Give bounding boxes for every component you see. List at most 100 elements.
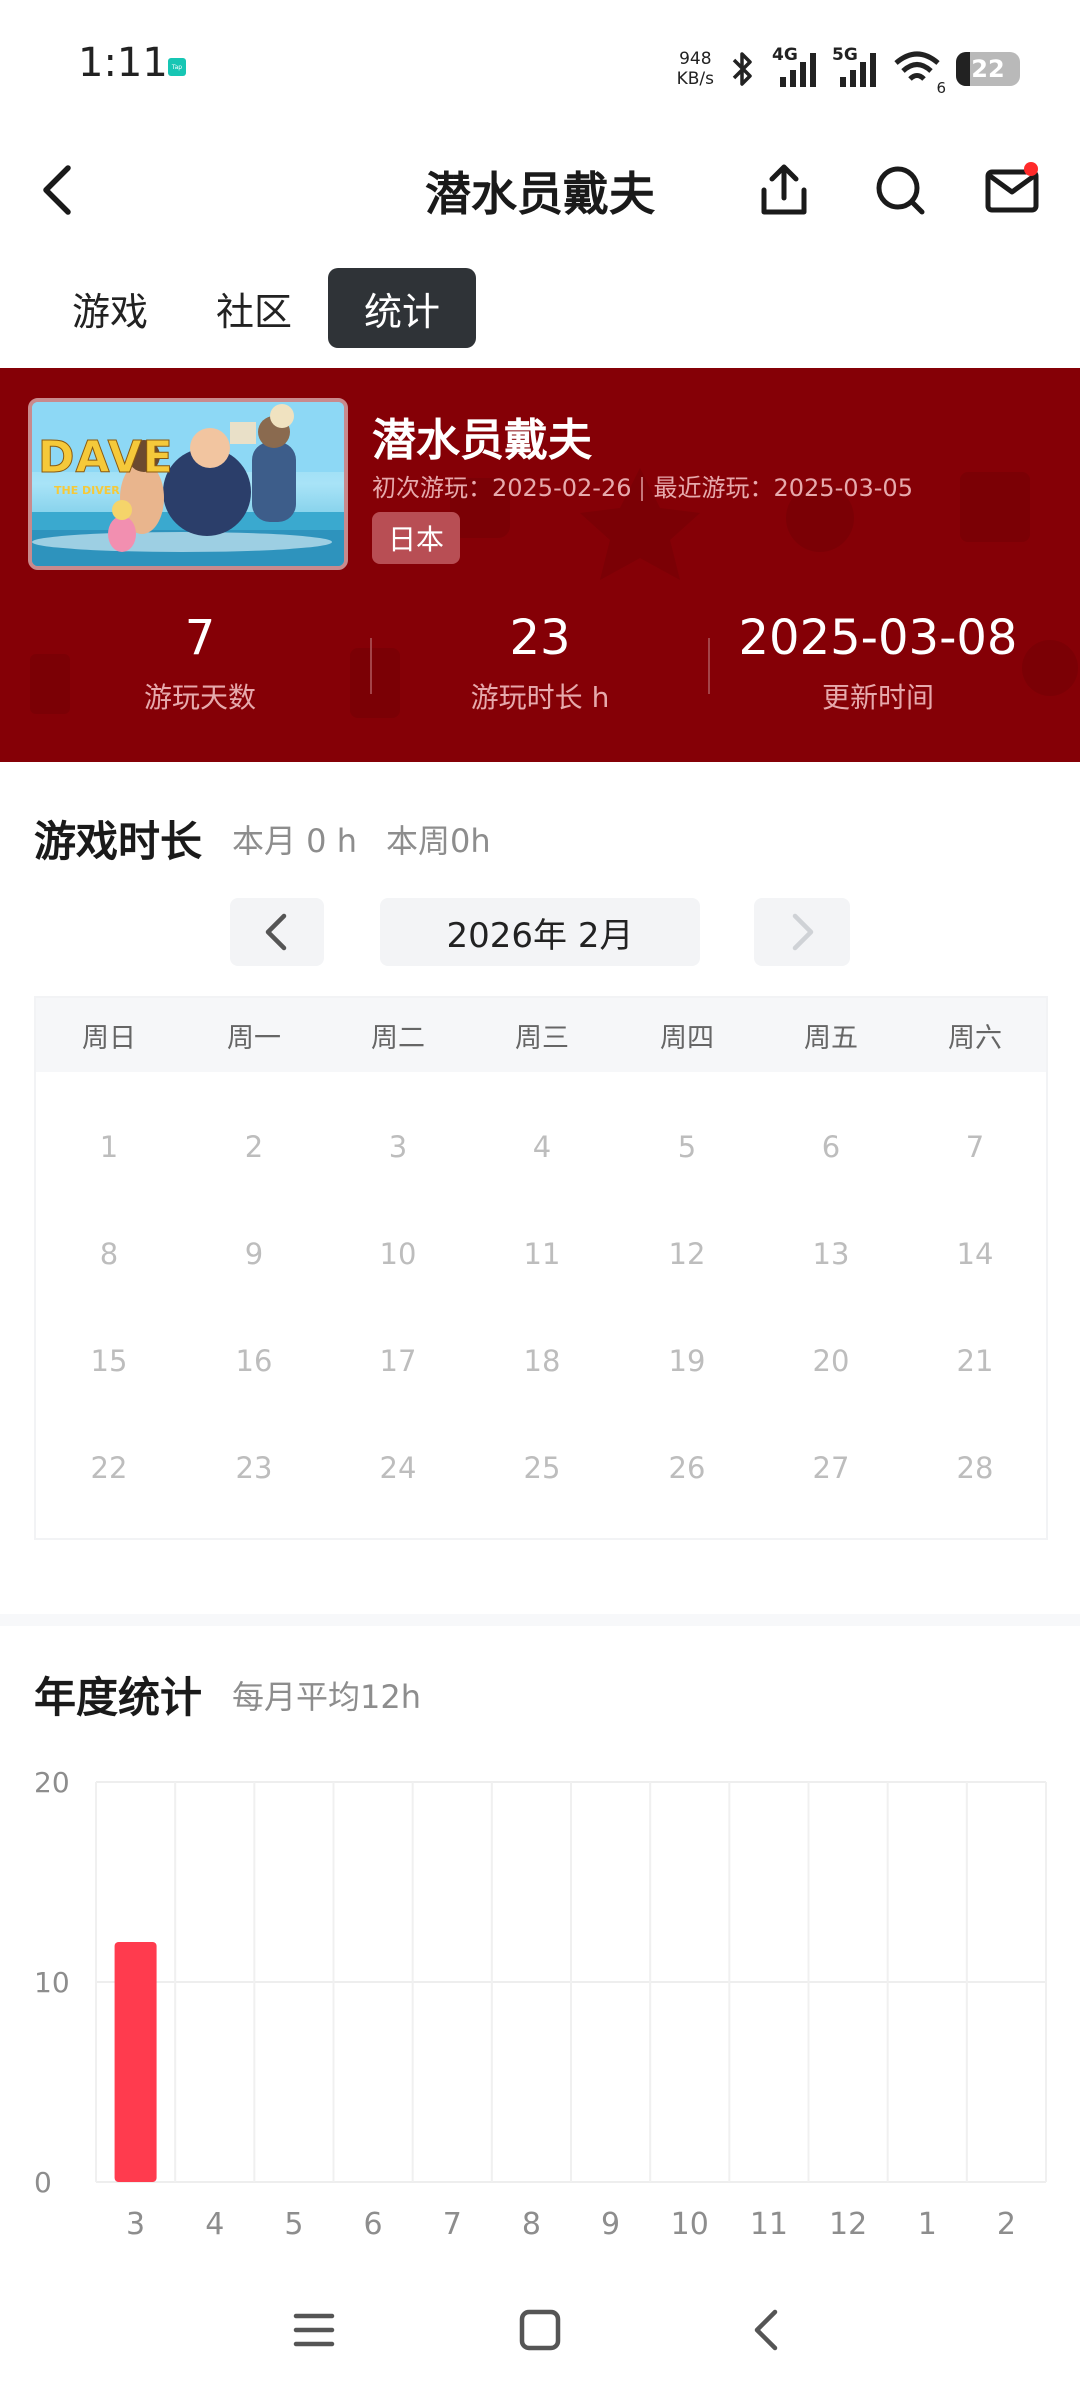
system-back-button[interactable] [736, 2300, 796, 2360]
messages-button[interactable] [980, 158, 1044, 222]
calendar-day[interactable]: 13 [759, 1237, 903, 1271]
stat-label: 更新时间 [821, 681, 934, 714]
region-tag: 日本 [372, 512, 461, 564]
x-tick-label: 2 [997, 2207, 1016, 2242]
home-button[interactable] [510, 2300, 570, 2360]
bluetooth-icon [732, 52, 752, 86]
x-tick-label: 6 [364, 2207, 383, 2242]
calendar-day[interactable]: 7 [903, 1130, 1047, 1164]
calendar-day[interactable]: 3 [326, 1130, 470, 1164]
signal-4g-icon: 4G [772, 45, 818, 89]
unread-dot [1024, 162, 1038, 176]
calendar-day[interactable]: 2 [182, 1130, 326, 1164]
calendar-day[interactable]: 27 [759, 1451, 903, 1485]
annual-bar-chart: 010203 4 5 6 7 8 9 10 11 12 1 2 [34, 1766, 1047, 2242]
calendar-day[interactable]: 6 [759, 1130, 903, 1164]
weekday-label: 周二 [371, 1023, 425, 1054]
prev-month-button[interactable] [230, 898, 324, 966]
calendar-day[interactable]: 25 [470, 1451, 614, 1485]
status-time: 1:11 [78, 40, 168, 86]
calendar-day[interactable]: 21 [903, 1344, 1047, 1378]
share-icon [761, 164, 807, 215]
calendar-day[interactable]: 23 [182, 1451, 326, 1485]
weekday-label: 周四 [660, 1023, 714, 1054]
chevron-left-icon [754, 2309, 778, 2351]
game-cover-image[interactable]: DAVE THE DIVER [28, 398, 348, 570]
network-speed-unit: KB/s [676, 69, 714, 89]
calendar-day[interactable]: 4 [470, 1130, 614, 1164]
stat-value: 23 [509, 610, 571, 666]
tab-bar: 游戏 社区 统计 [0, 262, 1080, 354]
playtime-section-title: 游戏时长 [34, 817, 203, 866]
tab-community[interactable]: 社区 [180, 268, 328, 348]
network-speed: 948 KB/s [677, 49, 714, 89]
calendar-day[interactable]: 1 [37, 1130, 181, 1164]
calendar-day[interactable]: 26 [615, 1451, 759, 1485]
calendar-day[interactable]: 16 [182, 1344, 326, 1378]
calendar-day[interactable]: 12 [615, 1237, 759, 1271]
wifi-icon: 6 [892, 49, 946, 97]
x-tick-label: 5 [284, 2207, 303, 2242]
last-played-date: 2025-03-05 [773, 474, 913, 502]
this-week-hours: 本周0h [386, 822, 491, 860]
stat-value: 7 [184, 610, 216, 666]
calendar-day[interactable]: 8 [37, 1237, 181, 1271]
search-button[interactable] [868, 158, 932, 222]
calendar-day[interactable]: 5 [615, 1130, 759, 1164]
weekday-label: 周三 [515, 1023, 569, 1054]
share-button[interactable] [752, 158, 816, 222]
first-played-date: 2025-02-26 [492, 474, 632, 502]
square-icon [519, 2309, 561, 2351]
x-tick-label: 3 [126, 2207, 145, 2242]
x-tick-label: 8 [522, 2207, 541, 2242]
play-dates: 初次游玩：2025-02-26 最近游玩：2025-03-05 [372, 468, 913, 503]
weekday-label: 周六 [948, 1023, 1002, 1054]
section-divider [0, 1614, 1080, 1626]
calendar-day[interactable]: 28 [903, 1451, 1047, 1485]
calendar-day[interactable]: 9 [182, 1237, 326, 1271]
network-speed-value: 948 [679, 49, 712, 69]
status-bar: 1:11 Tap 948 KB/s 4G 5G 6 22 [0, 0, 1080, 140]
stat-play-days: 7 游玩天数 [30, 608, 370, 716]
y-tick-label: 0 [34, 2166, 52, 2199]
calendar-day[interactable]: 11 [470, 1237, 614, 1271]
taptap-notification-icon: Tap [168, 58, 186, 76]
stat-value: 2025-03-08 [738, 610, 1018, 666]
this-month-hours: 本月 0 h [232, 822, 357, 860]
weekday-label: 周日 [82, 1023, 136, 1054]
stat-label: 游玩时长 h [470, 681, 610, 714]
status-icons: 948 KB/s 4G 5G 6 22 [677, 44, 1020, 97]
bar [114, 1942, 157, 2182]
x-tick-label: 11 [750, 2207, 788, 2242]
calendar-day[interactable]: 20 [759, 1344, 903, 1378]
calendar-day[interactable]: 24 [326, 1451, 470, 1485]
signal-5g-icon: 5G [832, 45, 878, 89]
cover-title: DAVE [38, 432, 174, 484]
calendar-day[interactable]: 18 [470, 1344, 614, 1378]
cover-subtitle: THE DIVER [54, 484, 120, 497]
playtime-calendar: 周日 周一 周二 周三 周四 周五 周六 1 2 3 4 5 6 7 8 9 1… [34, 996, 1048, 1540]
calendar-day[interactable]: 22 [37, 1451, 181, 1485]
recent-apps-button[interactable] [284, 2300, 344, 2360]
calendar-day[interactable]: 19 [615, 1344, 759, 1378]
calendar-weekday-header: 周日 周一 周二 周三 周四 周五 周六 [36, 998, 1046, 1072]
x-tick-label: 1 [918, 2207, 937, 2242]
y-tick-label: 20 [34, 1766, 70, 1799]
calendar-day[interactable]: 17 [326, 1344, 470, 1378]
next-month-button[interactable] [754, 898, 850, 966]
calendar-day[interactable]: 10 [326, 1237, 470, 1271]
stat-label: 游玩天数 [143, 681, 256, 714]
weekday-label: 周一 [227, 1023, 281, 1054]
header: 潜水员戴夫 [0, 140, 1080, 240]
tab-stats[interactable]: 统计 [328, 268, 477, 348]
system-navigation-bar [0, 2290, 1080, 2370]
last-played-label: 最近游玩： [653, 474, 774, 502]
tab-game[interactable]: 游戏 [36, 268, 184, 348]
wifi-label: 6 [936, 79, 946, 97]
calendar-day[interactable]: 15 [37, 1344, 181, 1378]
annual-section-title: 年度统计 [34, 1673, 203, 1722]
calendar-day[interactable]: 14 [903, 1237, 1047, 1271]
stat-play-hours: 23 游玩时长 h [370, 608, 710, 716]
chevron-left-icon [265, 913, 287, 951]
current-month-label[interactable]: 2026年 2月 [380, 898, 700, 966]
